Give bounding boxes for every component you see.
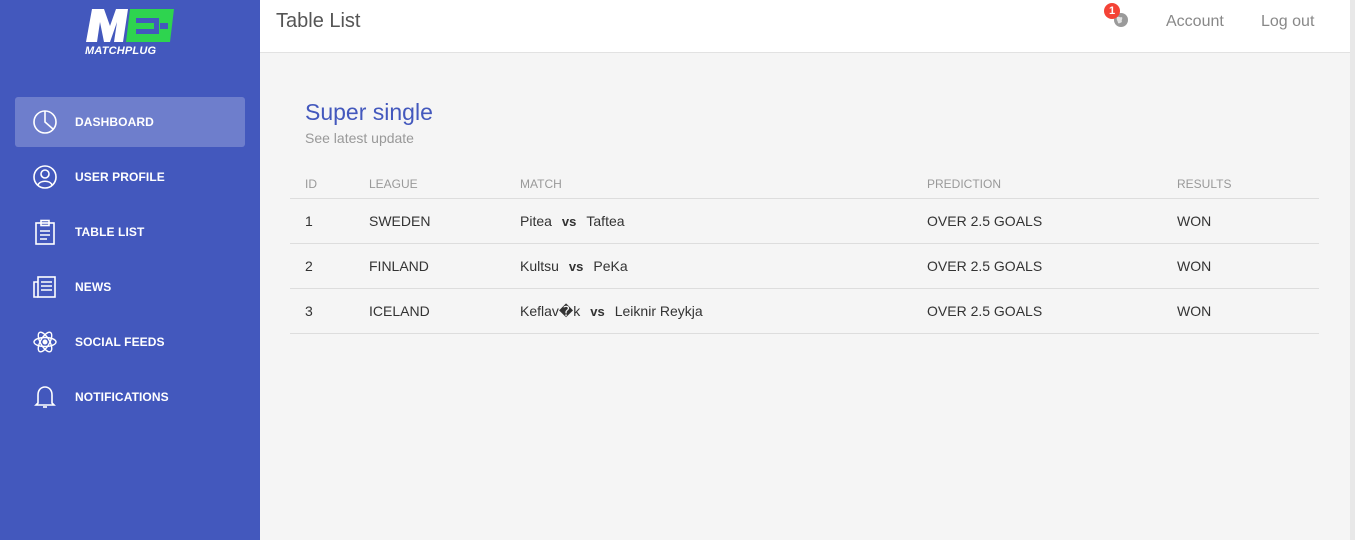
sidebar-item-label: SOCIAL FEEDS: [75, 335, 165, 349]
vs-label: vs: [590, 304, 605, 319]
card-title: Super single: [305, 99, 433, 125]
page-scrollbar[interactable]: [1350, 0, 1355, 540]
sidebar-item-user-profile[interactable]: USER PROFILE: [15, 152, 245, 202]
vs-label: vs: [568, 259, 584, 274]
column-header-prediction: PREDICTION: [927, 177, 1002, 191]
away-team: PeKa: [593, 258, 628, 274]
row-id: 2: [305, 258, 313, 274]
row-result: WON: [1177, 258, 1212, 274]
pie-chart-icon: [30, 107, 60, 137]
home-team: Pitea: [520, 213, 552, 229]
predictions-table: ID LEAGUE MATCH PREDICTION RESULTS 1 SWE…: [290, 169, 1319, 334]
row-id: 3: [305, 303, 313, 319]
sidebar-item-label: USER PROFILE: [75, 170, 165, 184]
sidebar-item-dashboard[interactable]: DASHBOARD: [15, 97, 245, 147]
logout-link[interactable]: Log out: [1261, 13, 1314, 31]
row-league: FINLAND: [369, 258, 429, 274]
row-match: Pitea vs Taftea: [520, 213, 625, 229]
home-team: Kultsu: [520, 258, 559, 274]
bell-icon: [30, 382, 60, 412]
home-team: Keflav�k: [520, 303, 581, 319]
column-header-id: ID: [305, 177, 317, 191]
row-prediction: OVER 2.5 GOALS: [927, 258, 1043, 274]
row-result: WON: [1177, 303, 1212, 319]
table-row: 1 SWEDEN Pitea vs Taftea OVER 2.5 GOALS WO…: [290, 199, 1319, 244]
table-row: 2 FINLAND Kultsu vs PeKa OVER 2.5 GOALS WO…: [290, 244, 1319, 289]
card-subtitle: See latest update: [305, 130, 414, 146]
sidebar-item-label: NOTIFICATIONS: [75, 390, 169, 404]
sidebar-item-label: TABLE LIST: [75, 225, 145, 239]
row-league: SWEDEN: [369, 213, 431, 229]
row-league: ICELAND: [369, 303, 430, 319]
sidebar-item-social-feeds[interactable]: SOCIAL FEEDS: [15, 317, 245, 367]
sidebar-item-table-list[interactable]: TABLE LIST: [15, 207, 245, 257]
vs-label: vs: [561, 214, 577, 229]
top-header: Table List 1 Account Log out: [260, 0, 1350, 53]
logo-wordmark: MATCHPLUG: [85, 45, 157, 57]
row-prediction: OVER 2.5 GOALS: [927, 213, 1043, 229]
row-match: Keflav�k vs Leiknir Reykja: [520, 303, 703, 320]
sidebar: MATCHPLUG DASHBOARD USER PROFILE TABLE L…: [0, 0, 260, 540]
table-header-row: ID LEAGUE MATCH PREDICTION RESULTS: [290, 169, 1319, 199]
row-match: Kultsu vs PeKa: [520, 258, 628, 274]
clipboard-icon: [30, 217, 60, 247]
sidebar-item-notifications[interactable]: NOTIFICATIONS: [15, 372, 245, 422]
account-link[interactable]: Account: [1166, 13, 1224, 31]
column-header-league: LEAGUE: [369, 177, 418, 191]
atom-icon: [30, 327, 60, 357]
notification-badge: 1: [1104, 3, 1120, 19]
newspaper-icon: [30, 272, 60, 302]
table-row: 3 ICELAND Keflav�k vs Leiknir Reykja OVER …: [290, 289, 1319, 334]
page-title: Table List: [276, 10, 361, 32]
away-team: Taftea: [586, 213, 625, 229]
away-team: Leiknir Reykja: [614, 303, 703, 319]
row-id: 1: [305, 213, 313, 229]
user-circle-icon: [30, 162, 60, 192]
column-header-match: MATCH: [520, 177, 562, 191]
column-header-results: RESULTS: [1177, 177, 1232, 191]
sidebar-nav: DASHBOARD USER PROFILE TABLE LIST NEWS S…: [15, 97, 245, 427]
row-result: WON: [1177, 213, 1212, 229]
sidebar-item-news[interactable]: NEWS: [15, 262, 245, 312]
sidebar-item-label: NEWS: [75, 280, 112, 294]
row-prediction: OVER 2.5 GOALS: [927, 303, 1043, 319]
sidebar-item-label: DASHBOARD: [75, 115, 154, 129]
